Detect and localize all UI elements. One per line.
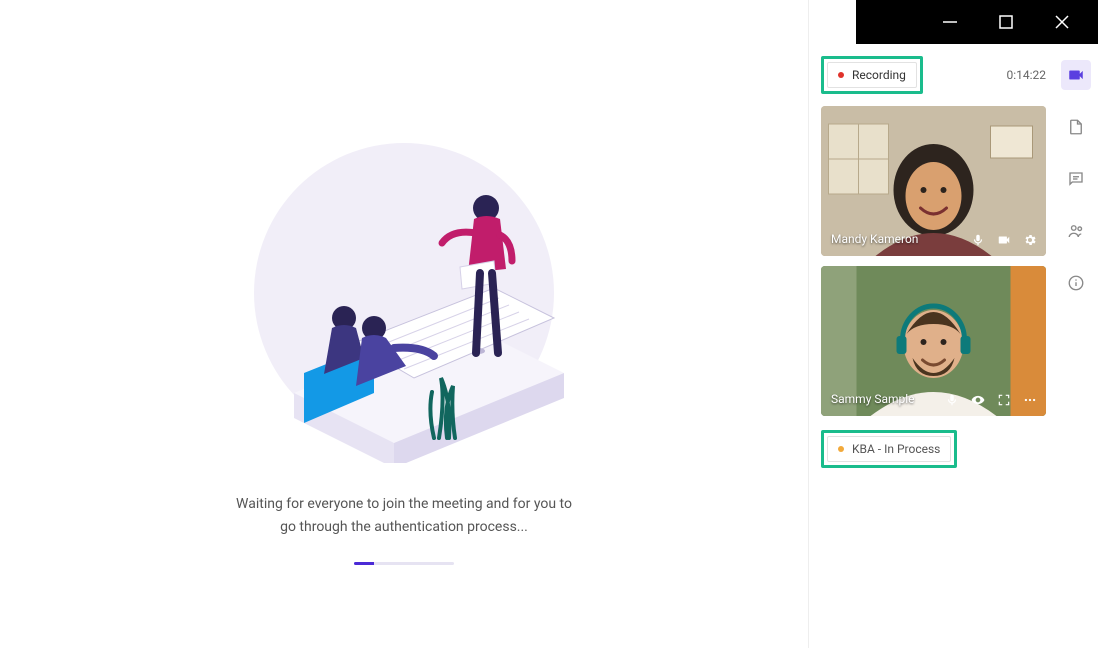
participant-name: Sammy Sample	[831, 392, 915, 406]
recording-badge: Recording	[827, 62, 917, 88]
record-dot-icon	[838, 72, 844, 78]
rail-chat-button[interactable]	[1061, 164, 1091, 194]
maximize-button[interactable]	[996, 12, 1016, 32]
rail-info-button[interactable]	[1061, 268, 1091, 298]
eye-icon[interactable]	[970, 392, 986, 408]
mic-icon[interactable]	[944, 392, 960, 408]
gear-icon[interactable]	[1022, 232, 1038, 248]
participant-name: Mandy Kameron	[831, 232, 918, 246]
main-waiting-area: Waiting for everyone to join the meeting…	[0, 0, 808, 648]
close-button[interactable]	[1052, 12, 1072, 32]
side-rail	[1054, 44, 1098, 648]
kba-highlight: KBA - In Process	[821, 430, 957, 468]
rail-document-button[interactable]	[1061, 112, 1091, 142]
video-tile-sammy[interactable]: Sammy Sample	[821, 266, 1046, 416]
mic-icon[interactable]	[970, 232, 986, 248]
kba-status-badge: KBA - In Process	[827, 436, 951, 462]
recording-label: Recording	[852, 68, 906, 82]
waiting-illustration	[234, 123, 574, 463]
minimize-button[interactable]	[940, 12, 960, 32]
expand-icon[interactable]	[996, 392, 1012, 408]
video-tile-mandy[interactable]: Mandy Kameron	[821, 106, 1046, 256]
window-titlebar	[856, 0, 1098, 44]
more-icon[interactable]	[1022, 392, 1038, 408]
progress-bar	[354, 562, 454, 565]
rail-video-button[interactable]	[1061, 60, 1091, 90]
status-dot-icon	[838, 446, 844, 452]
recording-highlight: Recording	[821, 56, 923, 94]
kba-status-label: KBA - In Process	[852, 442, 940, 456]
waiting-text: Waiting for everyone to join the meeting…	[234, 493, 574, 538]
video-panel: Recording 0:14:22	[809, 44, 1098, 648]
rail-participants-button[interactable]	[1061, 216, 1091, 246]
call-timer: 0:14:22	[1006, 68, 1046, 82]
camera-icon[interactable]	[996, 232, 1012, 248]
